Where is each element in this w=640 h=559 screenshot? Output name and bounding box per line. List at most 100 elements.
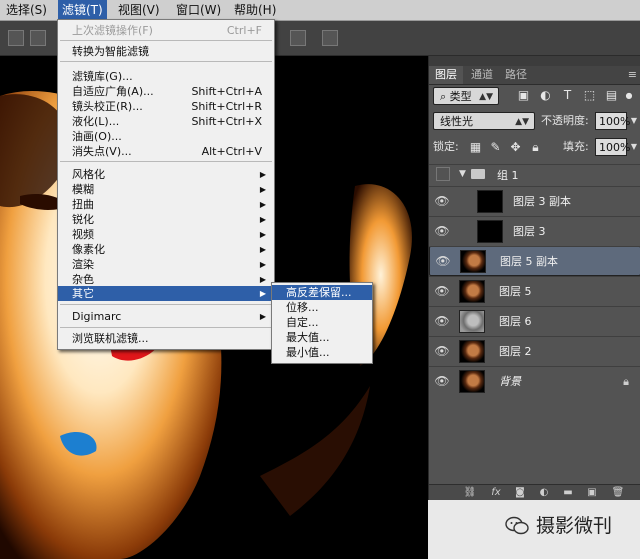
align-icon[interactable] [30, 30, 46, 46]
tab-layers[interactable]: 图层 [429, 66, 463, 84]
adjustment-filter-icon[interactable]: ◐ [539, 89, 552, 102]
opacity-dropdown-icon[interactable]: ▼ [629, 112, 639, 130]
layer-thumbnail [459, 280, 485, 303]
lock-transparent-icon[interactable]: ▦ [469, 141, 482, 154]
menu-window[interactable]: 窗口(W) [172, 0, 225, 20]
layer-row[interactable]: 👁︎ 图层 3 [429, 216, 640, 246]
opacity-input[interactable]: 100% [595, 112, 630, 130]
menu-item-vanishing-point[interactable]: 消失点(V)... Alt+Ctrl+V [58, 144, 274, 159]
menu-item-custom[interactable]: 自定... [272, 315, 372, 330]
fill-label: 填充: [563, 140, 589, 153]
layer-name: 背景 [499, 375, 521, 388]
eye-icon[interactable]: 👁︎ [433, 222, 451, 240]
menu-filter[interactable]: 滤镜(T) [58, 0, 107, 20]
adjustment-layer-icon[interactable]: ◐ [537, 486, 551, 500]
search-icon: ⌕ [440, 90, 450, 103]
visibility-toggle[interactable] [436, 167, 450, 181]
menu-item-stylize[interactable]: 风格化 ▶ [58, 167, 274, 182]
distribute-icon[interactable] [290, 30, 306, 46]
align-icon[interactable] [8, 30, 24, 46]
fx-icon[interactable]: fx [489, 486, 503, 500]
link-layers-icon[interactable]: ⛓ [463, 486, 477, 500]
layer-row[interactable]: 👁︎ 图层 6 [429, 306, 640, 336]
menu-item-blur[interactable]: 模糊 ▶ [58, 182, 274, 197]
layers-bottom-bar: ⛓ fx ◙ ◐ ▬ ▣ 🗑︎ [429, 484, 640, 501]
layer-row[interactable]: 👁︎ 图层 2 [429, 336, 640, 366]
tab-channels[interactable]: 通道 [465, 66, 499, 84]
fill-dropdown-icon[interactable]: ▼ [629, 138, 639, 156]
menu-item-filter-gallery[interactable]: 滤镜库(G)... [58, 69, 274, 84]
layers-panel: 图层 通道 路径 ≡ ⌕ 类型 ▲▼ ▣ ◐ T ⬚ ▤ ● 线性光 ▲▼ 不透明度… [428, 56, 640, 501]
layer-row-selected[interactable]: 👁︎ 图层 5 副本 [429, 246, 640, 276]
panel-grip[interactable] [429, 56, 640, 66]
menu-item-sharpen[interactable]: 锐化 ▶ [58, 212, 274, 227]
menu-item-video[interactable]: 视频 ▶ [58, 227, 274, 242]
type-filter-icon[interactable]: T [561, 89, 574, 102]
add-mask-icon[interactable]: ◙ [513, 486, 527, 500]
menu-item-minimum[interactable]: 最小值... [272, 345, 372, 360]
layer-row-background[interactable]: 👁︎ 背景 🔒︎ [429, 366, 640, 396]
eye-icon[interactable]: 👁︎ [433, 192, 451, 210]
folder-icon [471, 169, 485, 179]
layer-thumbnail [459, 340, 485, 363]
distribute-icon[interactable] [322, 30, 338, 46]
layer-row[interactable]: 👁︎ 图层 3 副本 [429, 186, 640, 216]
shape-filter-icon[interactable]: ⬚ [583, 89, 596, 102]
menu-view[interactable]: 视图(V) [114, 0, 164, 20]
menu-bar: 选择(S) 滤镜(T) 视图(V) 窗口(W) 帮助(H) [0, 0, 640, 21]
menu-select[interactable]: 选择(S) [2, 0, 51, 20]
menu-item-offset[interactable]: 位移... [272, 300, 372, 315]
layer-row[interactable]: 👁︎ 图层 5 [429, 276, 640, 306]
disclosure-triangle-icon[interactable]: ▼ [459, 169, 466, 179]
pixel-filter-icon[interactable]: ▣ [517, 89, 530, 102]
menu-item-noise[interactable]: 杂色 ▶ [58, 272, 274, 287]
layer-name: 图层 6 [499, 315, 532, 328]
lock-icon: 🔒︎ [623, 375, 629, 388]
menu-item-lens-correction[interactable]: 镜头校正(R)... Shift+Ctrl+R [58, 99, 274, 114]
eye-icon[interactable]: 👁︎ [433, 372, 451, 390]
menu-item-other[interactable]: 其它 ▶ [58, 286, 274, 301]
menu-item-digimarc[interactable]: Digimarc ▶ [58, 309, 274, 324]
layer-thumbnail [477, 190, 503, 213]
layer-name: 图层 2 [499, 345, 532, 358]
layers-list: ▼ 组 1 👁︎ 图层 3 副本 👁︎ 图层 3 👁︎ 图层 5 副本 👁︎ 图… [429, 164, 640, 484]
trash-icon[interactable]: 🗑︎ [611, 486, 625, 500]
lock-all-icon[interactable]: 🔒︎ [529, 141, 542, 154]
layer-thumbnail [460, 250, 486, 273]
fill-input[interactable]: 100% [595, 138, 630, 156]
tab-paths[interactable]: 路径 [499, 66, 533, 84]
menu-item-browse-online-filters[interactable]: 浏览联机滤镜... [58, 331, 274, 346]
watermark-text: 摄影微刊 [536, 515, 613, 537]
wechat-icon [505, 516, 529, 535]
new-group-icon[interactable]: ▬ [561, 486, 575, 500]
smart-object-filter-icon[interactable]: ▤ [605, 89, 618, 102]
other-submenu: 高反差保留... 位移... 自定... 最大值... 最小值... [271, 282, 373, 364]
blend-mode-select[interactable]: 线性光 ▲▼ [433, 112, 535, 130]
menu-item-last-filter[interactable]: 上次滤镜操作(F) Ctrl+F [58, 23, 274, 38]
lock-image-icon[interactable]: ✎ [489, 141, 502, 154]
menu-item-convert-smart-filter[interactable]: 转换为智能滤镜 [58, 44, 274, 59]
eye-icon[interactable]: 👁︎ [433, 312, 451, 330]
layer-thumbnail [459, 370, 485, 393]
menu-item-pixelate[interactable]: 像素化 ▶ [58, 242, 274, 257]
menu-item-adaptive-wide-angle[interactable]: 自适应广角(A)... Shift+Ctrl+A [58, 84, 274, 99]
panel-menu-icon[interactable]: ≡ [628, 68, 637, 81]
eye-icon[interactable]: 👁︎ [434, 252, 452, 270]
menu-item-render[interactable]: 渲染 ▶ [58, 257, 274, 272]
layer-name: 组 1 [497, 169, 519, 182]
menu-item-high-pass[interactable]: 高反差保留... [272, 285, 372, 300]
menu-help[interactable]: 帮助(H) [230, 0, 280, 20]
layer-row-group-1[interactable]: ▼ 组 1 [429, 164, 640, 186]
new-layer-icon[interactable]: ▣ [585, 486, 599, 500]
filter-toggle-icon[interactable]: ● [625, 89, 633, 102]
lock-position-icon[interactable]: ✥ [509, 141, 522, 154]
opacity-label: 不透明度: [541, 114, 589, 127]
eye-icon[interactable]: 👁︎ [433, 342, 451, 360]
eye-icon[interactable]: 👁︎ [433, 282, 451, 300]
menu-item-distort[interactable]: 扭曲 ▶ [58, 197, 274, 212]
menu-item-liquify[interactable]: 液化(L)... Shift+Ctrl+X [58, 114, 274, 129]
layer-filter-kind-select[interactable]: ⌕ 类型 ▲▼ [433, 87, 499, 105]
filter-menu: 上次滤镜操作(F) Ctrl+F 转换为智能滤镜 滤镜库(G)... 自适应广角(… [57, 19, 275, 350]
menu-item-oil-paint[interactable]: 油画(O)... [58, 129, 274, 144]
menu-item-maximum[interactable]: 最大值... [272, 330, 372, 345]
